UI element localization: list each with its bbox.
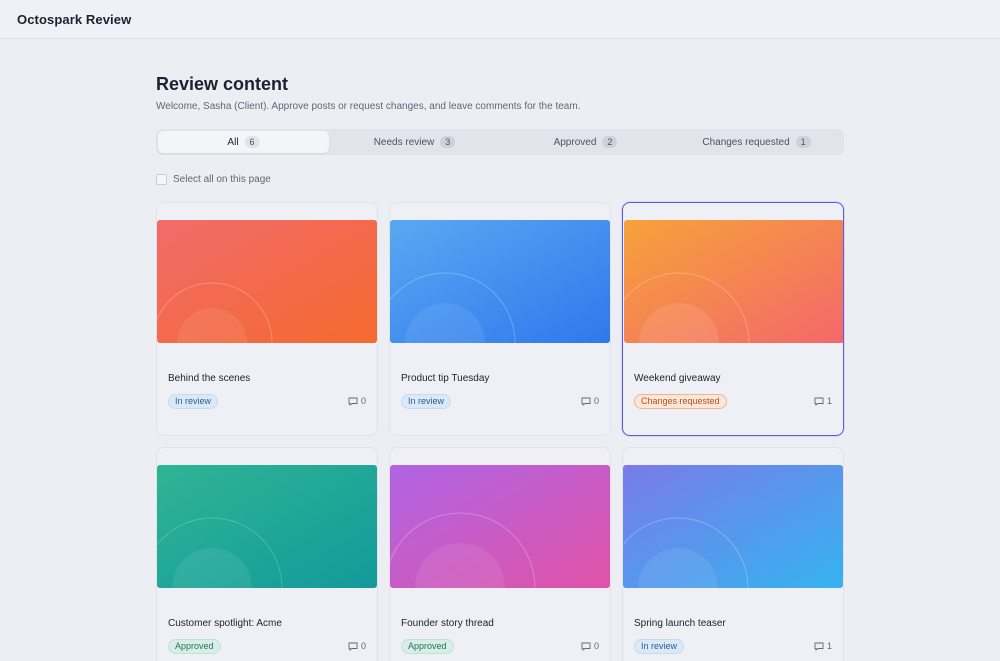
post-card[interactable]: Product tip Tuesday In review 0 <box>389 202 611 436</box>
comment-count-value: 0 <box>360 396 366 406</box>
post-thumbnail-image <box>623 465 843 588</box>
post-title: Founder story thread <box>401 618 494 629</box>
top-bar: Octospark Review <box>0 0 1000 39</box>
comment-count[interactable]: 1 <box>814 396 832 406</box>
checkbox-icon[interactable] <box>156 173 167 185</box>
post-thumbnail-image <box>157 465 377 588</box>
post-card[interactable]: Founder story thread Approved 0 <box>389 447 611 661</box>
status-badge: In review <box>168 394 219 409</box>
page-title: Review content <box>156 74 289 94</box>
tab-count: 6 <box>244 136 260 148</box>
post-card-selected[interactable]: Weekend giveaway Changes requested 1 <box>622 202 844 436</box>
tab-label: All <box>227 136 239 148</box>
comment-count-value: 0 <box>593 641 599 651</box>
main-content: Review content Welcome, Sasha (Client). … <box>156 72 844 661</box>
app-title: Octospark Review <box>17 11 132 27</box>
tab-count: 2 <box>602 136 618 148</box>
post-thumbnail-image <box>624 220 843 343</box>
comment-count[interactable]: 1 <box>814 641 832 651</box>
comment-count-value: 0 <box>593 396 599 406</box>
post-title: Customer spotlight: Acme <box>168 618 282 629</box>
comment-icon <box>581 397 591 406</box>
select-all-label: Select all on this page <box>173 173 271 185</box>
select-all-control[interactable]: Select all on this page <box>156 172 271 186</box>
post-thumbnail <box>390 220 610 343</box>
tab-count: 3 <box>440 136 456 148</box>
post-thumbnail-image <box>157 220 377 343</box>
tab-changes-requested[interactable]: Changes requested 1 <box>671 131 842 153</box>
post-card[interactable]: Spring launch teaser In review 1 <box>622 447 844 661</box>
tab-label: Approved <box>553 136 597 148</box>
comment-icon <box>348 642 358 651</box>
comment-count-value: 0 <box>360 641 366 651</box>
tab-label: Needs review <box>373 136 435 148</box>
tab-needs-review[interactable]: Needs review 3 <box>329 131 500 153</box>
comment-count[interactable]: 0 <box>348 641 366 651</box>
post-thumbnail-image <box>390 465 610 588</box>
comment-icon <box>348 397 358 406</box>
comment-count[interactable]: 0 <box>348 396 366 406</box>
comment-count-value: 1 <box>826 641 832 651</box>
status-badge: In review <box>401 394 452 409</box>
tab-count: 1 <box>795 136 811 148</box>
tab-all[interactable]: All 6 <box>158 131 329 153</box>
post-title: Weekend giveaway <box>634 373 721 384</box>
post-card[interactable]: Customer spotlight: Acme Approved 0 <box>156 447 378 661</box>
comment-icon <box>581 642 591 651</box>
post-thumbnail <box>390 465 610 588</box>
post-thumbnail-image <box>390 220 610 343</box>
status-badge: Approved <box>168 639 221 654</box>
status-badge: Changes requested <box>634 394 727 409</box>
comment-icon <box>814 642 824 651</box>
status-badge: Approved <box>401 639 454 654</box>
comment-count-value: 1 <box>826 396 832 406</box>
status-badge: In review <box>634 639 685 654</box>
tab-approved[interactable]: Approved 2 <box>500 131 671 153</box>
post-thumbnail <box>624 220 843 343</box>
post-title: Product tip Tuesday <box>401 373 490 384</box>
post-thumbnail <box>157 465 377 588</box>
post-card[interactable]: Behind the scenes In review 0 <box>156 202 378 436</box>
page-subtitle: Welcome, Sasha (Client). Approve posts o… <box>156 101 581 112</box>
tab-label: Changes requested <box>702 136 790 148</box>
comment-icon <box>814 397 824 406</box>
post-thumbnail <box>623 465 843 588</box>
comment-count[interactable]: 0 <box>581 396 599 406</box>
post-title: Spring launch teaser <box>634 618 726 629</box>
post-thumbnail <box>157 220 377 343</box>
status-tabs: All 6 Needs review 3 Approved 2 Changes … <box>156 129 844 155</box>
comment-count[interactable]: 0 <box>581 641 599 651</box>
post-title: Behind the scenes <box>168 373 251 384</box>
